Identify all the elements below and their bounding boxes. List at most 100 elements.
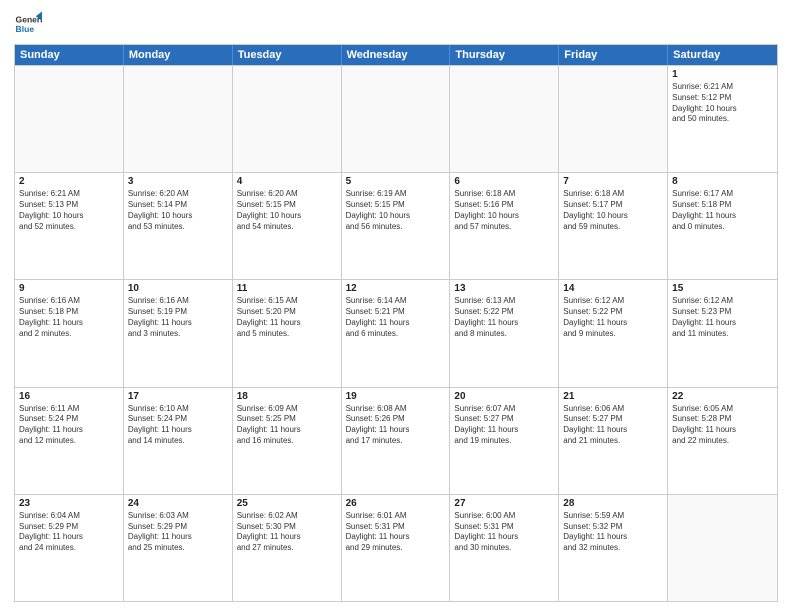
day-number: 1 (672, 69, 773, 80)
day-number: 26 (346, 498, 446, 509)
day-number: 6 (454, 176, 554, 187)
day-number: 12 (346, 283, 446, 294)
day-number: 8 (672, 176, 773, 187)
day-number: 15 (672, 283, 773, 294)
day-info: Sunrise: 6:10 AM Sunset: 5:24 PM Dayligh… (128, 404, 228, 447)
day-number: 5 (346, 176, 446, 187)
calendar-header: SundayMondayTuesdayWednesdayThursdayFrid… (15, 45, 777, 65)
day-info: Sunrise: 6:20 AM Sunset: 5:14 PM Dayligh… (128, 189, 228, 232)
calendar-cell: 20 Sunrise: 6:07 AM Sunset: 5:27 PM Dayli… (450, 388, 559, 494)
day-header-wednesday: Wednesday (342, 45, 451, 65)
calendar-cell: 19 Sunrise: 6:08 AM Sunset: 5:26 PM Dayli… (342, 388, 451, 494)
day-info: Sunrise: 6:21 AM Sunset: 5:12 PM Dayligh… (672, 82, 773, 125)
calendar-cell: 13 Sunrise: 6:13 AM Sunset: 5:22 PM Dayli… (450, 280, 559, 386)
calendar-cell: 25Sunrise: 6:02 AM Sunset: 5:30 PM Dayli… (233, 495, 342, 601)
day-info: Sunrise: 6:18 AM Sunset: 5:16 PM Dayligh… (454, 189, 554, 232)
day-number: 19 (346, 391, 446, 402)
day-info: Sunrise: 6:15 AM Sunset: 5:20 PM Dayligh… (237, 296, 337, 339)
day-info: Sunrise: 6:07 AM Sunset: 5:27 PM Dayligh… (454, 404, 554, 447)
calendar-cell: 21 Sunrise: 6:06 AM Sunset: 5:27 PM Dayli… (559, 388, 668, 494)
day-info: Sunrise: 6:12 AM Sunset: 5:22 PM Dayligh… (563, 296, 663, 339)
calendar-cell: 9 Sunrise: 6:16 AM Sunset: 5:18 PM Daylig… (15, 280, 124, 386)
calendar-cell: 12 Sunrise: 6:14 AM Sunset: 5:21 PM Dayli… (342, 280, 451, 386)
calendar-cell (450, 66, 559, 172)
day-info: Sunrise: 6:16 AM Sunset: 5:19 PM Dayligh… (128, 296, 228, 339)
calendar-row-4: 16 Sunrise: 6:11 AM Sunset: 5:24 PM Dayli… (15, 387, 777, 494)
day-info: Sunrise: 6:09 AM Sunset: 5:25 PM Dayligh… (237, 404, 337, 447)
calendar-cell: 22 Sunrise: 6:05 AM Sunset: 5:28 PM Dayli… (668, 388, 777, 494)
calendar-cell: 18Sunrise: 6:09 AM Sunset: 5:25 PM Dayli… (233, 388, 342, 494)
day-info: Sunrise: 6:14 AM Sunset: 5:21 PM Dayligh… (346, 296, 446, 339)
day-info: Sunrise: 6:06 AM Sunset: 5:27 PM Dayligh… (563, 404, 663, 447)
day-number: 23 (19, 498, 119, 509)
calendar-cell: 5 Sunrise: 6:19 AM Sunset: 5:15 PM Daylig… (342, 173, 451, 279)
logo: General Blue (14, 10, 42, 38)
calendar-cell: 2 Sunrise: 6:21 AM Sunset: 5:13 PM Daylig… (15, 173, 124, 279)
day-info: Sunrise: 6:11 AM Sunset: 5:24 PM Dayligh… (19, 404, 119, 447)
logo-icon: General Blue (14, 10, 42, 38)
svg-text:Blue: Blue (16, 24, 35, 34)
calendar-cell (668, 495, 777, 601)
day-info: Sunrise: 6:19 AM Sunset: 5:15 PM Dayligh… (346, 189, 446, 232)
day-header-monday: Monday (124, 45, 233, 65)
calendar-row-1: 1 Sunrise: 6:21 AM Sunset: 5:12 PM Daylig… (15, 65, 777, 172)
day-info: Sunrise: 6:00 AM Sunset: 5:31 PM Dayligh… (454, 511, 554, 554)
day-number: 21 (563, 391, 663, 402)
calendar-row-3: 9 Sunrise: 6:16 AM Sunset: 5:18 PM Daylig… (15, 279, 777, 386)
calendar-cell (233, 66, 342, 172)
calendar-cell: 17 Sunrise: 6:10 AM Sunset: 5:24 PM Dayli… (124, 388, 233, 494)
day-header-friday: Friday (559, 45, 668, 65)
day-header-thursday: Thursday (450, 45, 559, 65)
day-number: 10 (128, 283, 228, 294)
day-info: Sunrise: 6:04 AM Sunset: 5:29 PM Dayligh… (19, 511, 119, 554)
day-header-tuesday: Tuesday (233, 45, 342, 65)
day-number: 17 (128, 391, 228, 402)
day-number: 3 (128, 176, 228, 187)
day-header-sunday: Sunday (15, 45, 124, 65)
day-number: 4 (237, 176, 337, 187)
day-number: 25 (237, 498, 337, 509)
day-info: Sunrise: 6:03 AM Sunset: 5:29 PM Dayligh… (128, 511, 228, 554)
day-info: Sunrise: 6:16 AM Sunset: 5:18 PM Dayligh… (19, 296, 119, 339)
calendar-cell: 10 Sunrise: 6:16 AM Sunset: 5:19 PM Dayli… (124, 280, 233, 386)
calendar-cell: 11 Sunrise: 6:15 AM Sunset: 5:20 PM Dayli… (233, 280, 342, 386)
calendar-cell: 26Sunrise: 6:01 AM Sunset: 5:31 PM Dayli… (342, 495, 451, 601)
calendar-cell: 3 Sunrise: 6:20 AM Sunset: 5:14 PM Daylig… (124, 173, 233, 279)
day-number: 16 (19, 391, 119, 402)
calendar-cell (342, 66, 451, 172)
calendar-cell: 8 Sunrise: 6:17 AM Sunset: 5:18 PM Daylig… (668, 173, 777, 279)
calendar-cell (559, 66, 668, 172)
day-info: Sunrise: 6:20 AM Sunset: 5:15 PM Dayligh… (237, 189, 337, 232)
day-number: 28 (563, 498, 663, 509)
calendar-cell: 23 Sunrise: 6:04 AM Sunset: 5:29 PM Dayli… (15, 495, 124, 601)
calendar-cell: 4 Sunrise: 6:20 AM Sunset: 5:15 PM Daylig… (233, 173, 342, 279)
page-header: General Blue (14, 10, 778, 38)
day-number: 2 (19, 176, 119, 187)
day-number: 9 (19, 283, 119, 294)
calendar-cell (124, 66, 233, 172)
day-number: 24 (128, 498, 228, 509)
day-info: Sunrise: 6:18 AM Sunset: 5:17 PM Dayligh… (563, 189, 663, 232)
day-number: 11 (237, 283, 337, 294)
calendar-cell: 24 Sunrise: 6:03 AM Sunset: 5:29 PM Dayli… (124, 495, 233, 601)
day-info: Sunrise: 6:21 AM Sunset: 5:13 PM Dayligh… (19, 189, 119, 232)
day-number: 27 (454, 498, 554, 509)
calendar-row-2: 2 Sunrise: 6:21 AM Sunset: 5:13 PM Daylig… (15, 172, 777, 279)
calendar-cell: 14Sunrise: 6:12 AM Sunset: 5:22 PM Dayli… (559, 280, 668, 386)
calendar-cell (15, 66, 124, 172)
day-number: 13 (454, 283, 554, 294)
calendar-cell: 28Sunrise: 5:59 AM Sunset: 5:32 PM Dayli… (559, 495, 668, 601)
day-info: Sunrise: 6:13 AM Sunset: 5:22 PM Dayligh… (454, 296, 554, 339)
calendar-cell: 27 Sunrise: 6:00 AM Sunset: 5:31 PM Dayli… (450, 495, 559, 601)
day-header-saturday: Saturday (668, 45, 777, 65)
day-info: Sunrise: 6:12 AM Sunset: 5:23 PM Dayligh… (672, 296, 773, 339)
calendar-cell: 16 Sunrise: 6:11 AM Sunset: 5:24 PM Dayli… (15, 388, 124, 494)
day-info: Sunrise: 6:17 AM Sunset: 5:18 PM Dayligh… (672, 189, 773, 232)
day-number: 7 (563, 176, 663, 187)
day-number: 22 (672, 391, 773, 402)
day-info: Sunrise: 6:08 AM Sunset: 5:26 PM Dayligh… (346, 404, 446, 447)
day-number: 20 (454, 391, 554, 402)
calendar-cell: 15 Sunrise: 6:12 AM Sunset: 5:23 PM Dayli… (668, 280, 777, 386)
calendar-row-5: 23 Sunrise: 6:04 AM Sunset: 5:29 PM Dayli… (15, 494, 777, 601)
day-info: Sunrise: 6:05 AM Sunset: 5:28 PM Dayligh… (672, 404, 773, 447)
